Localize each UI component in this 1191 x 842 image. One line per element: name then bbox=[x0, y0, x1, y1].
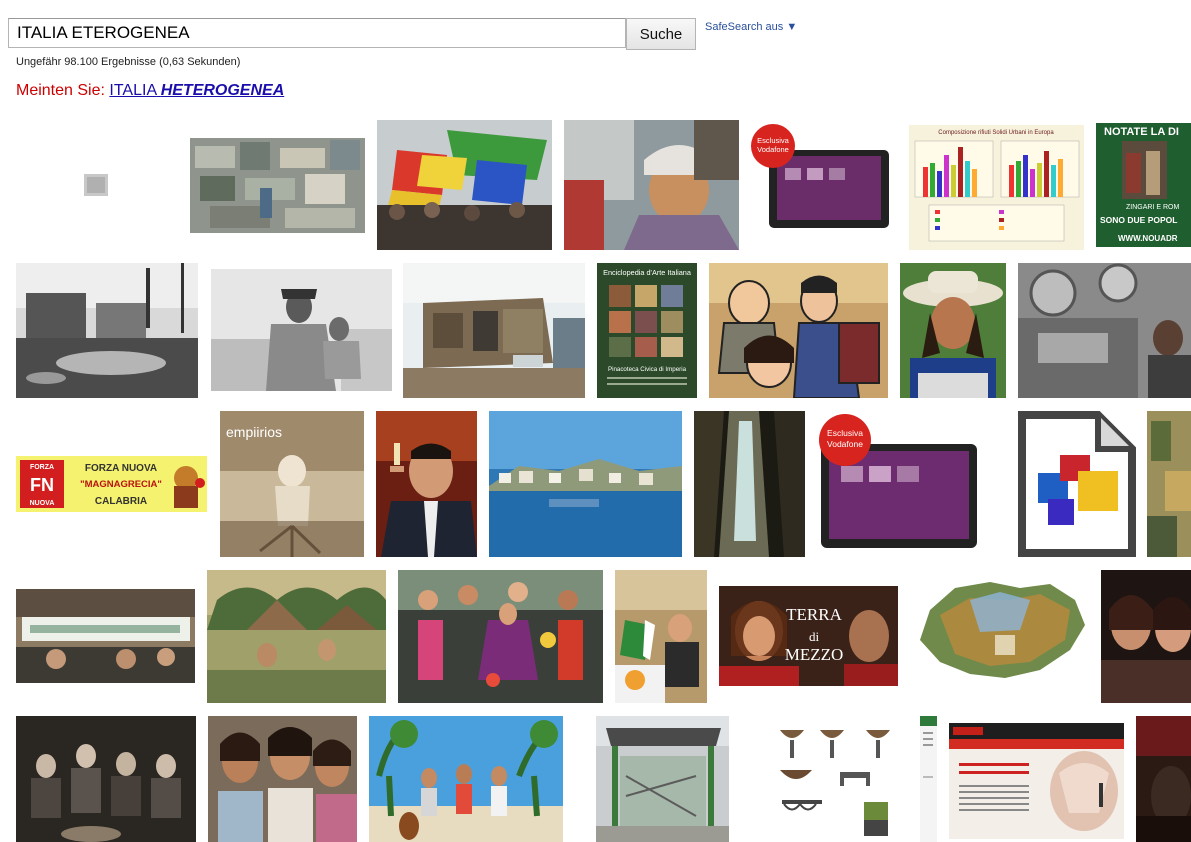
image-thumbnail[interactable] bbox=[1147, 411, 1191, 557]
image-thumbnail[interactable] bbox=[16, 589, 195, 683]
broken-image-icon[interactable] bbox=[1018, 411, 1136, 557]
did-you-mean-bold: HETEROGENEA bbox=[160, 82, 285, 99]
forza-nuova-label: FORZA NUOVA bbox=[85, 463, 157, 474]
fn-logo-mid: FN bbox=[30, 475, 54, 495]
empiirios-title: empiirios bbox=[226, 424, 282, 440]
image-thumbnail[interactable] bbox=[211, 269, 392, 391]
image-thumbnail[interactable] bbox=[709, 263, 888, 398]
image-thumbnail[interactable] bbox=[377, 120, 552, 250]
image-thumbnail[interactable] bbox=[920, 716, 937, 842]
notate-title: NOTATE LA DI bbox=[1104, 126, 1179, 138]
image-thumbnail[interactable] bbox=[376, 411, 477, 557]
image-thumbnail[interactable] bbox=[84, 174, 108, 196]
image-thumbnail[interactable] bbox=[1101, 570, 1191, 703]
fn-logo-top: FORZA bbox=[30, 464, 54, 471]
enciclopedia-title: Enciclopedia d'Arte Italiana bbox=[603, 268, 692, 277]
image-thumbnail[interactable]: Composizione rifiuti Solidi Urbani in Eu… bbox=[909, 125, 1084, 250]
image-thumbnail[interactable] bbox=[772, 720, 908, 842]
image-thumbnail[interactable] bbox=[16, 263, 198, 398]
image-thumbnail[interactable]: Esclusiva Vodafone bbox=[817, 414, 981, 557]
search-bar: Suche bbox=[8, 18, 696, 50]
vodafone-badge-line1: Esclusiva bbox=[827, 428, 863, 438]
did-you-mean-prefix: Meinten Sie: bbox=[16, 82, 105, 99]
image-thumbnail[interactable]: Esclusiva Vodafone bbox=[751, 124, 897, 237]
did-you-mean-plain: ITALIA bbox=[109, 82, 157, 99]
vodafone-badge-line2: Vodafone bbox=[757, 145, 789, 154]
image-thumbnail[interactable] bbox=[369, 716, 563, 842]
calabria-label: CALABRIA bbox=[95, 496, 147, 507]
image-thumbnail[interactable] bbox=[398, 570, 603, 703]
image-thumbnail[interactable] bbox=[1018, 263, 1191, 398]
result-stats: Ungefähr 98.100 Ergebnisse (0,63 Sekunde… bbox=[16, 56, 241, 68]
notate-subtitle2: SONO DUE POPOL bbox=[1100, 215, 1177, 225]
image-thumbnail[interactable]: Enciclopedia d'Arte Italiana Pinacoteca … bbox=[597, 263, 697, 398]
image-thumbnail[interactable] bbox=[16, 716, 196, 842]
image-thumbnail[interactable]: empiirios bbox=[220, 411, 364, 557]
terra-di-mezzo-line3: MEZZO bbox=[785, 645, 844, 664]
terra-di-mezzo-line1: TERRA bbox=[786, 605, 842, 624]
rifiuti-chart-title: Composizione rifiuti Solidi Urbani in Eu… bbox=[938, 130, 1054, 136]
image-thumbnail[interactable]: NOTATE LA DI ZINGARI E ROM SONO DUE POPO… bbox=[1096, 123, 1191, 247]
image-thumbnail[interactable] bbox=[615, 570, 707, 703]
vodafone-badge-line1: Esclusiva bbox=[757, 136, 790, 145]
notate-url: WWW.NOUADR bbox=[1118, 234, 1178, 243]
image-thumbnail[interactable] bbox=[1136, 716, 1191, 842]
image-thumbnail[interactable] bbox=[900, 263, 1006, 398]
image-thumbnail[interactable] bbox=[910, 570, 1089, 687]
did-you-mean: Meinten Sie: ITALIA HETEROGENEA bbox=[16, 82, 284, 100]
notate-subtitle1: ZINGARI E ROM bbox=[1126, 204, 1179, 211]
image-thumbnail[interactable] bbox=[207, 570, 386, 703]
image-thumbnail[interactable]: FORZA FN NUOVA FORZA NUOVA "MAGNAGRECIA"… bbox=[16, 456, 207, 512]
did-you-mean-link[interactable]: ITALIA HETEROGENEA bbox=[109, 82, 284, 99]
image-thumbnail[interactable] bbox=[694, 411, 805, 557]
image-thumbnail[interactable] bbox=[949, 723, 1124, 839]
fn-logo-bottom: NUOVA bbox=[30, 500, 55, 507]
image-thumbnail[interactable]: TERRA di MEZZO bbox=[719, 586, 898, 686]
magnagrecia-label: "MAGNAGRECIA" bbox=[80, 479, 162, 490]
search-button[interactable]: Suche bbox=[626, 18, 696, 50]
search-input[interactable] bbox=[8, 18, 626, 48]
safesearch-toggle[interactable]: SafeSearch aus ▼ bbox=[705, 21, 797, 33]
terra-di-mezzo-line2: di bbox=[809, 629, 820, 644]
image-thumbnail[interactable] bbox=[208, 716, 357, 842]
image-thumbnail[interactable] bbox=[489, 411, 682, 557]
vodafone-badge-line2: Vodafone bbox=[827, 439, 863, 449]
image-thumbnail[interactable] bbox=[403, 263, 585, 398]
image-thumbnail[interactable] bbox=[564, 120, 739, 250]
image-thumbnail[interactable] bbox=[190, 138, 365, 233]
image-thumbnail[interactable] bbox=[596, 716, 729, 842]
pinacoteca-label: Pinacoteca Civica di Imperia bbox=[608, 366, 687, 373]
